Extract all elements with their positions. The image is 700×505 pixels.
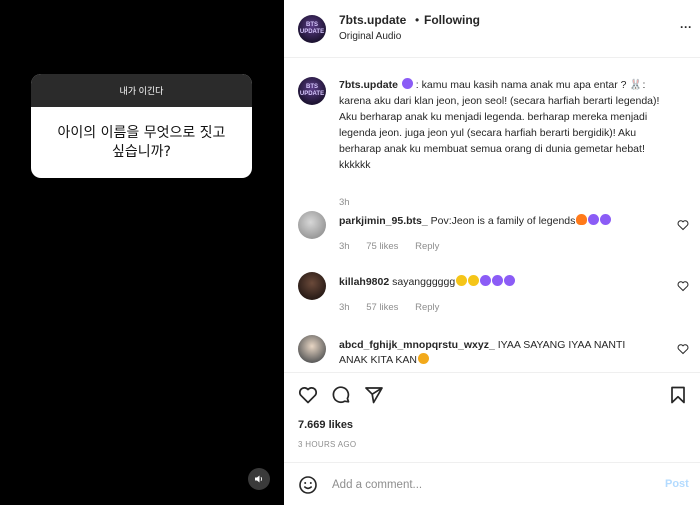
avatar-logo: BTS UPDATE [299,22,325,35]
comment-likes[interactable]: 57 likes [366,302,398,313]
avatar-logo: BTS UPDATE [299,84,325,97]
post-button[interactable]: Post [665,478,689,490]
more-options-icon[interactable]: ··· [680,20,692,34]
commenter-avatar[interactable] [298,335,326,363]
question-sticker: 내가 이긴다 아이의 이름을 무엇으로 짓고 싶습니까? [31,74,252,178]
comment-time: 3h [339,241,350,252]
comments-list[interactable]: BTS UPDATE 7bts.update : kamu mau kasih … [284,59,700,372]
share-paper-plane-icon[interactable] [364,385,384,405]
author-avatar[interactable]: BTS UPDATE [298,15,326,43]
caption-text: 7bts.update : kamu mau kasih nama anak m… [339,77,669,173]
audio-label[interactable]: Original Audio [339,31,401,42]
like-comment-heart-icon[interactable] [677,343,689,355]
following-button[interactable]: Following [424,13,480,27]
comment-time: 3h [339,302,350,313]
comment-text: abcd_fghijk_mnopqrstu_wxyz_ IYAA SAYANG … [339,337,669,353]
comment-row: parkjimin_95.bts_ Pov:Jeon is a family o… [284,211,700,271]
comment-username[interactable]: killah9802 [339,276,389,288]
purple-heart-icon [504,275,516,286]
comment-body-line2: ANAK KITA KAN [339,354,417,366]
comment-body: sayangggggg [392,276,456,288]
like-comment-heart-icon[interactable] [677,219,689,231]
reply-button[interactable]: Reply [415,302,439,313]
emoji-smiley-icon[interactable] [298,475,318,495]
comment-likes[interactable]: 75 likes [366,241,398,252]
speaker-icon [255,475,263,483]
caption-avatar[interactable]: BTS UPDATE [298,77,326,105]
caption-username[interactable]: 7bts.update [339,79,398,91]
comment-meta: 3h 75 likes Reply [339,241,453,252]
comment-body: Pov:Jeon is a family of legends [430,215,576,227]
question-text: 아이의 이름을 무엇으로 짓고 싶습니까? [57,124,226,160]
purple-heart-icon [600,214,612,225]
post-header: BTS UPDATE 7bts.update • Following Origi… [284,0,700,58]
commenter-avatar[interactable] [298,272,326,300]
separator-dot: • [415,13,420,27]
add-comment-bar: Post [284,462,700,505]
comment-text: killah9802 sayangggggg [339,274,669,290]
crying-emoji-icon [456,275,468,286]
purple-heart-icon [401,78,413,89]
author-username[interactable]: 7bts.update [339,13,406,27]
comment-row: abcd_fghijk_mnopqrstu_wxyz_ IYAA SAYANG … [284,335,700,372]
comment-row: killah9802 sayangggggg 3h 57 likes Reply [284,272,700,332]
commenter-avatar[interactable] [298,211,326,239]
caption-time: 3h [339,197,350,208]
purple-heart-icon [480,275,492,286]
comment-text-line2: ANAK KITA KAN [339,352,669,368]
comment-meta: 3h 57 likes Reply [339,302,453,313]
comment-input[interactable] [332,475,652,495]
like-heart-icon[interactable] [298,385,318,405]
likes-count[interactable]: 7.669 likes [298,419,353,431]
comment-text: parkjimin_95.bts_ Pov:Jeon is a family o… [339,213,669,229]
post-time-ago: 3 HOURS AGO [298,440,357,449]
purple-heart-icon [492,275,504,286]
reply-button[interactable]: Reply [415,241,439,252]
story-media: 내가 이긴다 아이의 이름을 무엇으로 짓고 싶습니까? [0,0,284,505]
question-header: 내가 이긴다 [31,74,252,107]
comment-username[interactable]: parkjimin_95.bts_ [339,215,428,227]
comment-body: IYAA SAYANG IYAA NANTI [497,339,626,351]
purple-heart-icon [588,214,600,225]
comment-bubble-icon[interactable] [331,385,351,405]
caption-body: : kamu mau kasih nama anak mu apa entar … [339,79,660,171]
audio-toggle-button[interactable] [248,468,270,490]
bookmark-icon[interactable] [668,385,688,405]
post-panel: BTS UPDATE 7bts.update • Following Origi… [284,0,700,505]
heart-eyes-emoji-icon [418,353,429,364]
like-comment-heart-icon[interactable] [677,280,689,292]
post-actions: 7.669 likes 3 HOURS AGO [284,372,700,462]
comment-username[interactable]: abcd_fghijk_mnopqrstu_wxyz_ [339,339,495,351]
fire-emoji-icon [576,214,588,225]
crying-emoji-icon [468,275,480,286]
